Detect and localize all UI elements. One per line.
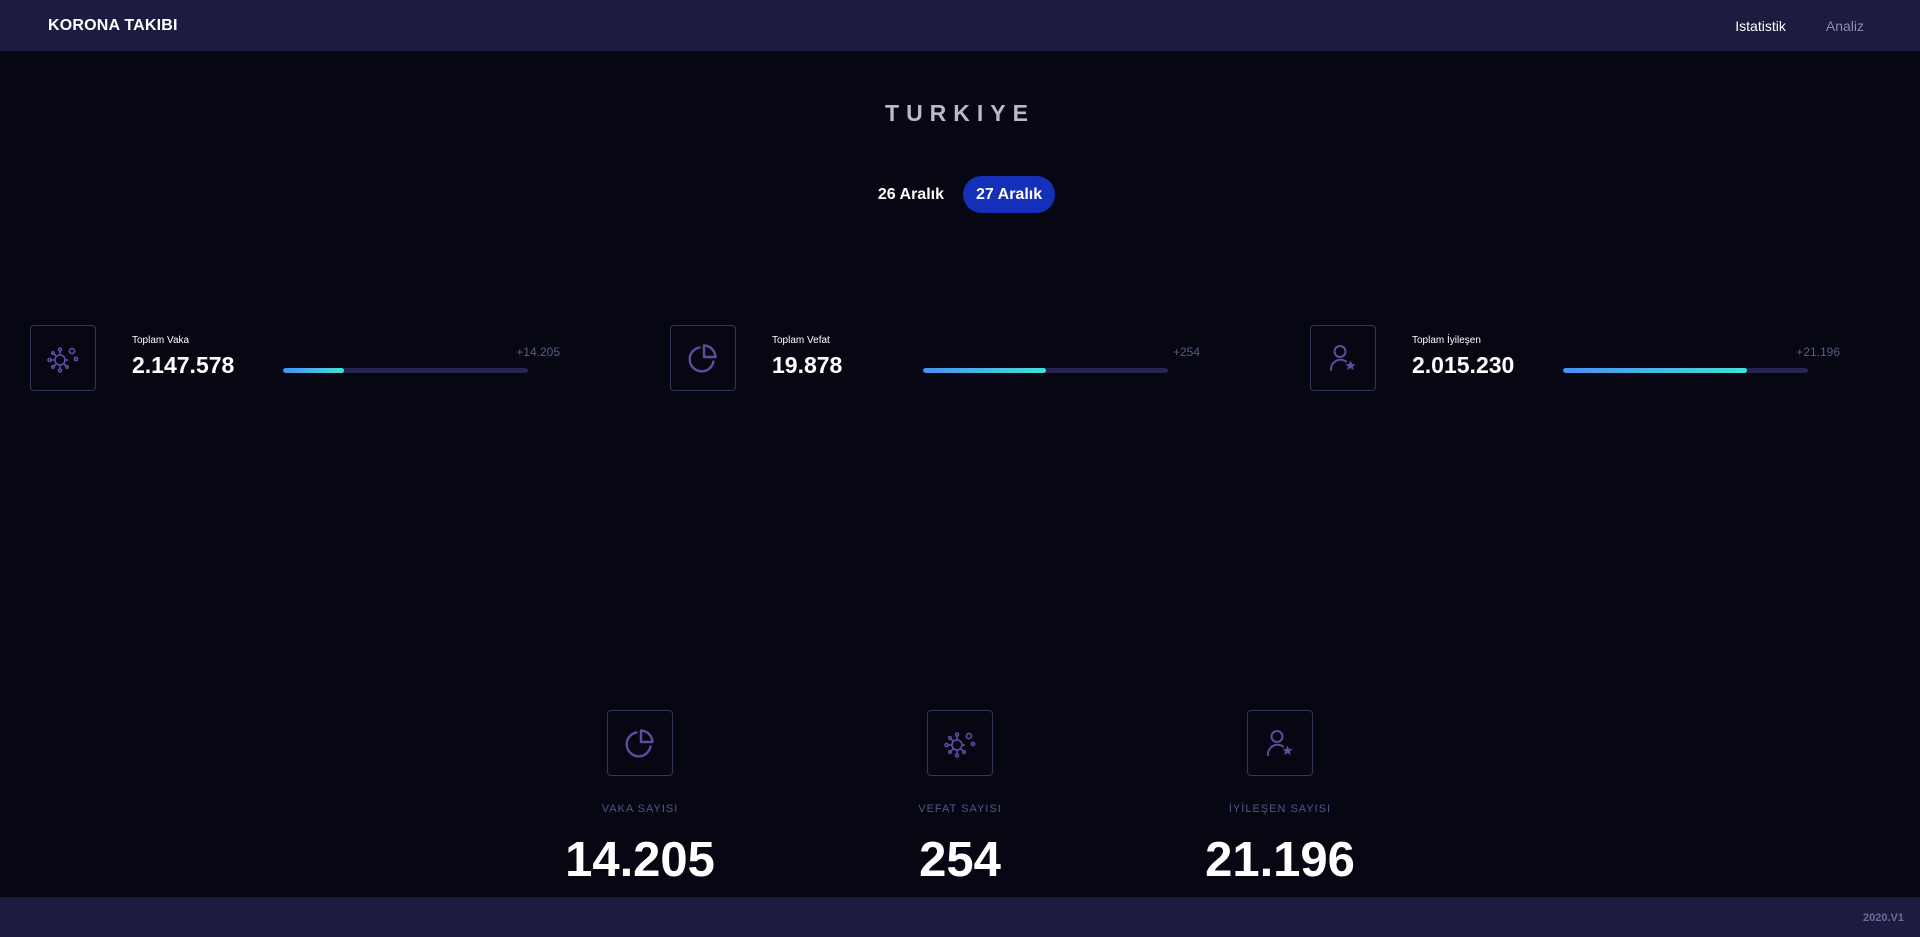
- stat-card-toplam-vefat: Toplam Vefat 19.878 +254: [670, 325, 1200, 391]
- top-navbar: KORONA TAKIBI Istatistik Analiz: [0, 0, 1920, 51]
- country-title: TURKIYE: [885, 100, 1035, 126]
- nav-link-analiz[interactable]: Analiz: [1826, 18, 1864, 34]
- progress-bar: [1563, 368, 1808, 373]
- stat-card-toplam-iyilesen: Toplam İyileşen 2.015.230 +21.196: [1310, 325, 1840, 391]
- daily-label: İYİLEŞEN SAYISI: [1228, 803, 1332, 815]
- date-tabs: 26 Aralık 27 Aralık: [0, 176, 1920, 213]
- progress-bar-fill: [1563, 368, 1747, 373]
- daily-label: VEFAT SAYISI: [918, 803, 1002, 815]
- stat-delta: +254: [1172, 345, 1200, 359]
- progress-bar: [923, 368, 1168, 373]
- user-star-icon: [1247, 710, 1313, 776]
- user-star-icon: [1310, 325, 1376, 391]
- virus-icon: [927, 710, 993, 776]
- nav-link-istatistik[interactable]: Istatistik: [1735, 18, 1786, 34]
- stat-value: 2.147.578: [132, 352, 235, 378]
- stat-value: 19.878: [772, 352, 843, 378]
- stat-value: 2.015.230: [1412, 352, 1515, 378]
- date-tab-26-aralik[interactable]: 26 Aralık: [865, 176, 957, 213]
- stat-label: Toplam Vefat: [772, 335, 830, 346]
- progress-bar: [283, 368, 528, 373]
- version-label: 2020.V1: [1863, 912, 1904, 924]
- stat-label: Toplam Vaka: [132, 335, 190, 346]
- daily-card-vefat: VEFAT SAYISI 254: [860, 710, 1060, 900]
- progress-bar-fill: [923, 368, 1046, 373]
- stat-delta: +14.205: [516, 345, 560, 359]
- footer: 2020.V1: [0, 897, 1920, 937]
- pie-chart-icon: [670, 325, 736, 391]
- daily-card-iyilesen: İYİLEŞEN SAYISI 21.196: [1180, 710, 1380, 900]
- nav-links: Istatistik Analiz: [1735, 18, 1864, 34]
- stat-card-toplam-vaka: Toplam Vaka 2.147.578 +14.205: [30, 325, 560, 391]
- daily-value: 21.196: [1205, 833, 1355, 887]
- progress-bar-fill: [283, 368, 345, 373]
- stat-delta: +21.196: [1796, 345, 1840, 359]
- daily-card-vaka: VAKA SAYISI 14.205: [540, 710, 740, 900]
- stat-label: Toplam İyileşen: [1412, 335, 1481, 346]
- brand-logo[interactable]: KORONA TAKIBI: [48, 17, 178, 35]
- daily-label: VAKA SAYISI: [601, 803, 679, 815]
- daily-value: 254: [919, 833, 1001, 887]
- virus-icon: [30, 325, 96, 391]
- pie-chart-icon: [607, 710, 673, 776]
- daily-value: 14.205: [565, 833, 715, 887]
- date-tab-27-aralik[interactable]: 27 Aralık: [963, 176, 1056, 213]
